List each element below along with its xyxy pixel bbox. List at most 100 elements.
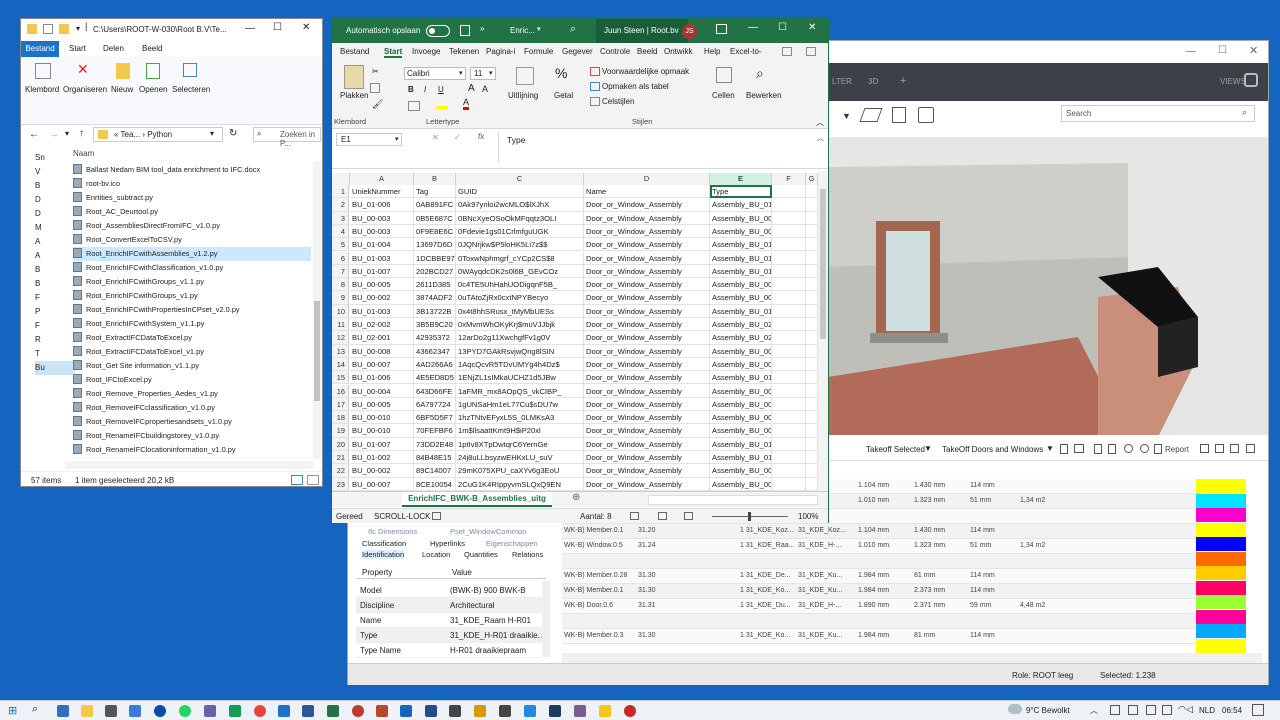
table-cell[interactable]: 1m$llsaattKmt9H$iP20xl bbox=[456, 424, 584, 438]
table-cell[interactable]: 1ptIv8XTpDwtqrC6YernGe bbox=[456, 437, 584, 451]
table-cell[interactable]: 70FEFBF6 bbox=[414, 424, 456, 438]
table-cell[interactable]: 0Fdevie1gs01CrlmfguUGK bbox=[456, 224, 584, 239]
header-cell[interactable]: Tag bbox=[414, 185, 456, 199]
table-cell[interactable]: 643D66FE bbox=[414, 384, 456, 398]
table-cell[interactable]: BU_00-010 bbox=[350, 424, 414, 438]
add-tab-button[interactable]: + bbox=[900, 75, 906, 87]
table-cell[interactable]: 89C14007 bbox=[414, 464, 456, 478]
gear-icon[interactable] bbox=[1124, 444, 1133, 453]
row-header[interactable]: 2 bbox=[332, 198, 349, 212]
table-cell[interactable] bbox=[806, 451, 818, 465]
conditional-format-button[interactable]: Voorwaardelijke opmaak bbox=[602, 67, 689, 76]
whatsapp-icon[interactable] bbox=[179, 705, 191, 717]
taskview-icon[interactable] bbox=[57, 705, 69, 717]
table-cell[interactable]: 202BCD27 bbox=[414, 264, 456, 279]
props-tab[interactable]: Relations bbox=[512, 550, 543, 559]
table-cell[interactable] bbox=[806, 264, 818, 279]
measure-icon[interactable] bbox=[1108, 444, 1116, 454]
ribbon-organiseren[interactable]: Organiseren bbox=[63, 85, 107, 94]
column-header[interactable]: G bbox=[806, 173, 818, 185]
row-header[interactable]: 9 bbox=[332, 291, 349, 305]
file-item[interactable]: Root_Get Site information_v1.1.py bbox=[73, 359, 311, 373]
chevron-down-icon[interactable]: ▾ bbox=[459, 69, 463, 77]
avatar[interactable]: JS bbox=[682, 24, 697, 39]
table-cell[interactable] bbox=[772, 424, 806, 438]
dropdown-arrow-icon[interactable]: ▼ bbox=[1046, 444, 1054, 453]
table-cell[interactable]: 3B13722B bbox=[414, 304, 456, 318]
row-header[interactable]: 17 bbox=[332, 397, 349, 412]
table-cell[interactable]: BU_01-006 bbox=[350, 371, 414, 385]
clock[interactable]: 06:54 bbox=[1222, 706, 1242, 715]
plane-icon[interactable] bbox=[859, 108, 883, 122]
table-cell[interactable]: 6BF5D5F7 bbox=[414, 411, 456, 425]
search-icon[interactable]: ⌕ bbox=[570, 23, 576, 36]
tab-3d[interactable]: 3D bbox=[868, 77, 878, 86]
table-cell[interactable] bbox=[806, 198, 818, 212]
ribbon-tab[interactable]: Bestand bbox=[340, 47, 369, 56]
column-header-name[interactable]: Naam bbox=[73, 149, 94, 158]
table-cell[interactable]: Door_or_Window_Assembly bbox=[584, 424, 710, 438]
clipboard-icon[interactable] bbox=[35, 63, 51, 79]
table-cell[interactable]: Assembly_BU_01-003 bbox=[710, 251, 772, 265]
table-cell[interactable]: 3874ADF2 bbox=[414, 291, 456, 305]
table-cell[interactable] bbox=[806, 464, 818, 478]
autosave-toggle[interactable] bbox=[426, 25, 450, 37]
teams-icon[interactable] bbox=[204, 705, 216, 717]
table-cell[interactable]: Assembly_BU_00-004 bbox=[710, 384, 772, 398]
tab-bestand[interactable]: Bestand bbox=[21, 41, 59, 57]
chevron-down-icon[interactable]: ▾ bbox=[65, 129, 69, 138]
table-cell[interactable]: Assembly_BU_00-002 bbox=[710, 291, 772, 305]
table-cell[interactable]: Assembly_BU_01-006 bbox=[710, 198, 772, 212]
table-cell[interactable] bbox=[806, 437, 818, 451]
user-name[interactable]: Juun Steen | Root.bv bbox=[604, 26, 679, 35]
download-icon[interactable] bbox=[1094, 444, 1102, 454]
table-cell[interactable]: Door_or_Window_Assembly bbox=[584, 331, 710, 345]
tab-beeld[interactable]: Beeld bbox=[142, 44, 162, 53]
file-item[interactable]: Root_RemoveIFCclassification_v1.0.py bbox=[73, 401, 311, 415]
save-icon[interactable] bbox=[460, 25, 470, 36]
row-header[interactable]: 22 bbox=[332, 464, 349, 478]
borders-icon[interactable] bbox=[408, 101, 420, 111]
table-cell[interactable]: 4E5ED8D5 bbox=[414, 371, 456, 385]
zoom-level[interactable]: 100% bbox=[798, 512, 818, 521]
row-header[interactable]: 13 bbox=[332, 344, 349, 358]
table-cell[interactable]: BU_00-005 bbox=[350, 278, 414, 292]
function-icon[interactable]: fx bbox=[478, 132, 484, 141]
tree-item[interactable]: V bbox=[35, 165, 75, 179]
app4-icon[interactable] bbox=[474, 705, 486, 717]
table-cell[interactable]: 2611D385 bbox=[414, 278, 456, 292]
cell-styles-icon[interactable] bbox=[590, 97, 600, 106]
row-header[interactable]: 21 bbox=[332, 451, 349, 465]
mail-icon[interactable] bbox=[129, 705, 141, 717]
table-cell[interactable]: BU_00-007 bbox=[350, 357, 414, 372]
maximize-icon[interactable]: ☐ bbox=[273, 22, 282, 33]
row-header[interactable]: 15 bbox=[332, 371, 349, 385]
ribbon-tab[interactable]: Gegever bbox=[562, 47, 593, 56]
column-header[interactable]: D bbox=[584, 173, 710, 185]
props-tab[interactable]: Quantities bbox=[464, 550, 498, 559]
alignment-button[interactable]: Uitlijning bbox=[508, 91, 538, 100]
table-cell[interactable]: BU_00-007 bbox=[350, 477, 414, 491]
file-item[interactable]: Root_EnrichIFCwithAssemblies_v1.2.py bbox=[73, 247, 311, 261]
table-cell[interactable]: BU_02-002 bbox=[350, 318, 414, 332]
header-cell[interactable]: Name bbox=[584, 185, 710, 199]
tree-item[interactable]: A bbox=[35, 249, 75, 263]
more-icon[interactable]: » bbox=[480, 24, 484, 33]
table-cell[interactable] bbox=[806, 291, 818, 305]
table-cell[interactable] bbox=[806, 411, 818, 425]
table-cell[interactable]: Door_or_Window_Assembly bbox=[584, 264, 710, 279]
layers-icon[interactable] bbox=[918, 107, 934, 123]
file-item[interactable]: Root_RenameIFClocationinformation_v1.0.p… bbox=[73, 443, 311, 457]
cancel-icon[interactable]: ✕ bbox=[432, 133, 439, 142]
table-cell[interactable]: BU_00-002 bbox=[350, 464, 414, 478]
ribbon-tab[interactable]: Beeld bbox=[637, 47, 657, 56]
table-cell[interactable]: BU_02-001 bbox=[350, 331, 414, 345]
sheets-icon[interactable] bbox=[229, 705, 241, 717]
row-header[interactable]: 8 bbox=[332, 278, 349, 292]
tree-item[interactable]: B bbox=[35, 179, 75, 193]
ribbon-tab[interactable]: Excel-to- bbox=[730, 47, 762, 56]
weather-text[interactable]: 9°C Bewolkt bbox=[1026, 706, 1070, 715]
row-header[interactable]: 20 bbox=[332, 437, 349, 451]
explorer-icon[interactable] bbox=[81, 705, 93, 717]
table-cell[interactable]: 0JQNrjkw$P5loHK5Li7z$$ bbox=[456, 238, 584, 252]
